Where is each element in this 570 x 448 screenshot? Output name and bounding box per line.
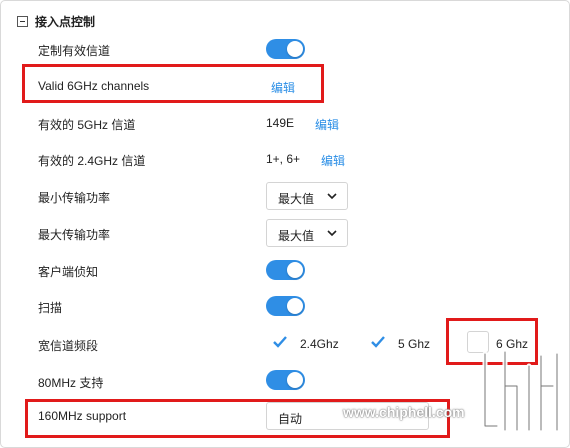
wide-channel-5ghz-label: 5 Ghz bbox=[398, 337, 431, 351]
min-power-selected: 最大值 bbox=[278, 192, 315, 206]
wide-channel-5ghz-checkbox[interactable] bbox=[367, 331, 389, 353]
checkmark-icon bbox=[371, 336, 385, 348]
min-power-select[interactable]: 最大值 bbox=[266, 182, 348, 210]
max-power-label: 最大传输功率 bbox=[38, 228, 111, 242]
valid-24ghz-value: 1+, 6+ bbox=[266, 152, 301, 166]
max-power-selected: 最大值 bbox=[278, 229, 315, 243]
valid-5ghz-edit-link[interactable]: 编辑 bbox=[315, 116, 339, 133]
toggle-knob bbox=[287, 262, 303, 278]
section-header: 接入点控制 bbox=[17, 12, 95, 30]
client-sniffing-toggle[interactable] bbox=[266, 260, 305, 280]
support-80mhz-label: 80MHz 支持 bbox=[38, 376, 104, 390]
wide-channel-label: 宽信道频段 bbox=[38, 339, 99, 353]
valid-5ghz-value: 149E bbox=[266, 116, 295, 130]
watermark-text: www.chiphell.com bbox=[343, 404, 465, 420]
access-point-control-panel: 接入点控制 定制有效信道 Valid 6GHz channels 编辑 有效的 … bbox=[0, 0, 570, 448]
section-title: 接入点控制 bbox=[35, 14, 96, 29]
support-80mhz-toggle[interactable] bbox=[266, 370, 305, 390]
min-power-label: 最小传输功率 bbox=[38, 191, 111, 205]
valid-6ghz-label: Valid 6GHz channels bbox=[38, 79, 150, 93]
custom-channels-label: 定制有效信道 bbox=[38, 44, 111, 58]
toggle-knob bbox=[287, 41, 303, 57]
checkmark-icon bbox=[273, 336, 287, 348]
chevron-down-icon bbox=[327, 230, 337, 237]
wide-channel-24ghz-label: 2.4Ghz bbox=[300, 337, 339, 351]
chevron-down-icon bbox=[327, 193, 337, 200]
valid-24ghz-edit-link[interactable]: 编辑 bbox=[321, 152, 345, 169]
collapse-icon[interactable] bbox=[17, 15, 28, 27]
valid-24ghz-label: 有效的 2.4GHz 信道 bbox=[38, 154, 146, 168]
wide-channel-24ghz-checkbox[interactable] bbox=[269, 331, 291, 353]
support-160mhz-selected: 自动 bbox=[278, 412, 303, 426]
support-160mhz-label: 160MHz support bbox=[38, 409, 127, 423]
scan-label: 扫描 bbox=[38, 301, 63, 315]
max-power-select[interactable]: 最大值 bbox=[266, 219, 348, 247]
valid-6ghz-edit-link[interactable]: 编辑 bbox=[271, 79, 295, 96]
toggle-knob bbox=[287, 372, 303, 388]
custom-channels-toggle[interactable] bbox=[266, 39, 305, 59]
valid-5ghz-label: 有效的 5GHz 信道 bbox=[38, 118, 136, 132]
toggle-knob bbox=[287, 298, 303, 314]
chiphell-logo-icon bbox=[482, 349, 560, 433]
scan-toggle[interactable] bbox=[266, 296, 305, 316]
client-sniffing-label: 客户端侦知 bbox=[38, 265, 99, 279]
